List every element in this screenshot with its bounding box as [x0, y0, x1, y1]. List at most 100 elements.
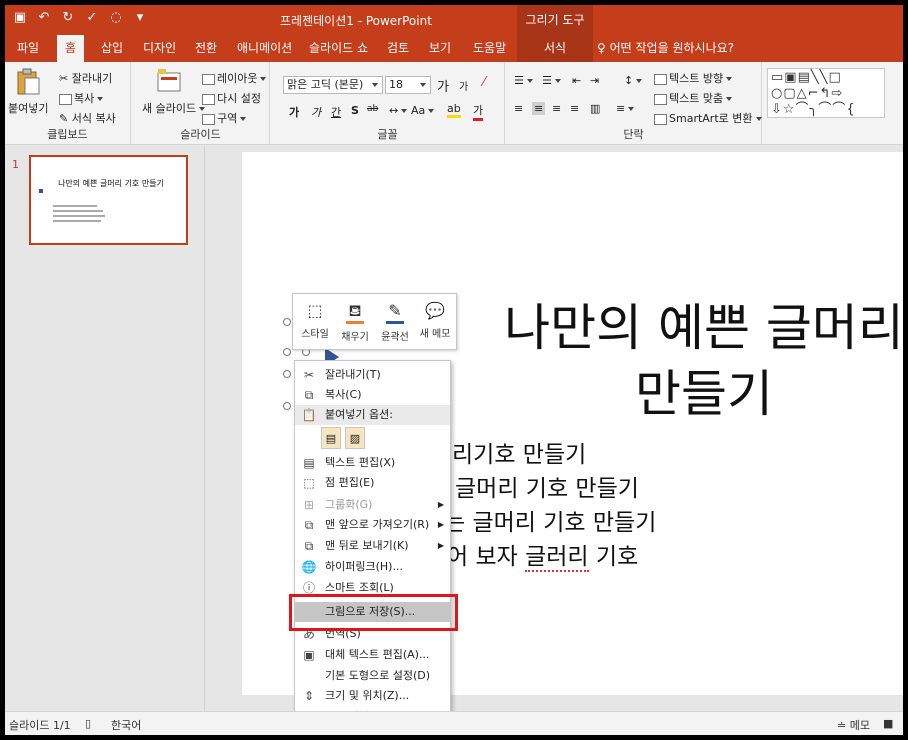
- copy-button[interactable]: 복사: [59, 90, 104, 106]
- cut-button[interactable]: ✂ 잘라내기: [59, 70, 112, 86]
- shapes-gallery[interactable]: ▭▣▤╲╲□ ○▢△⌐↰⇨ ⇩☆⌒╮⌒⌒{: [767, 68, 885, 118]
- tab-file[interactable]: 파일: [9, 35, 47, 62]
- shadow-icon[interactable]: S: [351, 104, 359, 117]
- reset-icon: [202, 93, 215, 105]
- text-direction-button[interactable]: 텍스트 방향: [654, 70, 733, 86]
- menu-item-save-as-picture[interactable]: 그림으로 저장(S)...: [295, 602, 450, 622]
- numbering-icon[interactable]: ☰: [542, 74, 561, 87]
- align-text-button[interactable]: 텍스트 맞춤: [654, 90, 733, 106]
- layout-button[interactable]: 레이아웃: [202, 70, 267, 86]
- underline-icon[interactable]: 간: [331, 104, 341, 120]
- tab-animations[interactable]: 애니메이션: [229, 35, 300, 62]
- alt-text-icon: ▣: [303, 648, 315, 662]
- font-color-icon[interactable]: 가: [473, 102, 484, 121]
- menu-item-bring-forward[interactable]: ⧉ 맨 앞으로 가져오기(R) ▶: [295, 515, 450, 535]
- paste-icon[interactable]: [15, 68, 41, 96]
- font-name-select[interactable]: 맑은 고딕 (본문): [283, 76, 383, 94]
- tab-insert[interactable]: 삽입: [93, 35, 131, 62]
- grow-font-icon[interactable]: 가: [437, 76, 449, 95]
- char-spacing-icon[interactable]: ↔: [389, 104, 408, 117]
- tab-format[interactable]: 서식: [517, 35, 593, 62]
- menu-label: 번역(S): [325, 627, 361, 640]
- tell-me-box[interactable]: ♀ 어떤 작업을 원하시나요?: [597, 35, 734, 62]
- tab-home[interactable]: 홈: [57, 35, 85, 62]
- smartart-icon: [654, 113, 667, 125]
- clear-format-icon[interactable]: ⁄: [483, 75, 485, 90]
- new-comment-button[interactable]: 💬 새 메모: [415, 298, 455, 346]
- shrink-font-icon[interactable]: 가: [459, 78, 468, 93]
- smartart-label: SmartArt로 변환: [669, 112, 753, 125]
- spelling-icon[interactable]: ✓: [83, 10, 101, 25]
- tab-design[interactable]: 디자인: [135, 35, 184, 62]
- align-right-icon[interactable]: ≡: [552, 102, 561, 115]
- new-slide-icon[interactable]: [156, 68, 182, 96]
- menu-item-cut[interactable]: ✂ 잘라내기(T): [295, 365, 450, 385]
- paste-options-row: ▤ ▨: [321, 427, 365, 451]
- spelling-check-icon[interactable]: ▯: [85, 717, 91, 730]
- fill-button[interactable]: ⛾ 채우기: [335, 298, 375, 346]
- menu-item-copy[interactable]: ⧉ 복사(C): [295, 385, 450, 405]
- section-button[interactable]: 구역: [202, 110, 247, 126]
- bullets-icon[interactable]: ☰: [514, 74, 533, 87]
- menu-item-size-position[interactable]: ⇕ 크기 및 위치(Z)...: [295, 686, 450, 706]
- comments-icon[interactable]: ■: [883, 717, 893, 730]
- reset-button[interactable]: 다시 설정: [202, 90, 261, 106]
- resize-handle[interactable]: [283, 348, 291, 356]
- change-case-button[interactable]: Aa: [411, 104, 435, 117]
- smartart-button[interactable]: SmartArt로 변환: [654, 110, 762, 126]
- italic-icon[interactable]: 가: [311, 104, 321, 120]
- align-center-icon[interactable]: ≡: [532, 102, 546, 115]
- menu-item-send-backward[interactable]: ⧉ 맨 뒤로 보내기(K) ▶: [295, 536, 450, 556]
- menu-item-edit-alt-text[interactable]: ▣ 대체 텍스트 편집(A)...: [295, 645, 450, 665]
- highlight-color-icon[interactable]: ab: [447, 102, 461, 118]
- tab-help[interactable]: 도움말: [465, 35, 514, 62]
- format-painter-button[interactable]: ✎ 서식 복사: [59, 110, 116, 126]
- resize-handle[interactable]: [283, 370, 291, 378]
- decrease-indent-icon[interactable]: ⇤: [572, 74, 581, 87]
- smart-lookup-icon: ⓘ: [302, 581, 315, 595]
- paste-picture-icon[interactable]: ▨: [345, 427, 365, 449]
- paste-button[interactable]: 붙여넣기: [8, 100, 48, 116]
- menu-item-edit-points[interactable]: ⬚ 점 편집(E): [295, 473, 450, 493]
- notes-button[interactable]: ≐ 메모: [837, 717, 870, 733]
- touch-mode-icon[interactable]: ◌: [107, 10, 125, 25]
- new-slide-button[interactable]: 새 슬라이드: [142, 100, 206, 116]
- menu-item-hyperlink[interactable]: 🌐 하이퍼링크(H)...: [295, 557, 450, 577]
- outline-button[interactable]: ✎ 윤곽선: [375, 298, 415, 346]
- paste-icon: 📋: [301, 408, 317, 422]
- notes-label: 메모: [849, 719, 870, 732]
- save-icon[interactable]: ▣: [11, 10, 29, 25]
- font-size-select[interactable]: 18: [385, 76, 431, 94]
- slide-thumbnail[interactable]: 나만의 예쁜 글머리 기호 만들기: [29, 155, 188, 245]
- submenu-arrow-icon: ▶: [437, 500, 444, 509]
- style-button[interactable]: ⬚ 스타일: [295, 298, 335, 346]
- language-indicator[interactable]: 한국어: [111, 717, 141, 733]
- bring-forward-icon: ⧉: [304, 518, 314, 532]
- columns-icon[interactable]: ▥: [590, 102, 600, 115]
- drawing-tools-context-label: 그리기 도구: [517, 5, 593, 35]
- menu-item-set-default-shape[interactable]: 기본 도형으로 설정(D): [295, 666, 450, 686]
- tab-view[interactable]: 보기: [421, 35, 459, 62]
- font-name-value: 맑은 고딕 (본문): [287, 78, 364, 91]
- redo-icon[interactable]: ↻: [59, 10, 77, 25]
- tab-slideshow[interactable]: 슬라이드 쇼: [301, 35, 376, 62]
- undo-icon[interactable]: ↶: [35, 10, 53, 25]
- slide-title[interactable]: 나만의 예쁜 글머리 만들기: [424, 295, 903, 427]
- customize-qat-icon[interactable]: ▾: [131, 10, 149, 25]
- rotation-handle[interactable]: [283, 318, 291, 326]
- bold-icon[interactable]: 가: [289, 104, 299, 120]
- align-left-icon[interactable]: ≡: [514, 102, 523, 115]
- menu-item-translate[interactable]: あ 번역(S): [295, 624, 450, 644]
- resize-handle[interactable]: [283, 402, 291, 410]
- paste-keep-source-icon[interactable]: ▤: [321, 427, 341, 449]
- strikethrough-icon[interactable]: ab: [367, 104, 378, 114]
- justify-icon[interactable]: ≡: [570, 102, 579, 115]
- align-options-icon[interactable]: ≡: [616, 102, 635, 115]
- clipboard-group: 붙여넣기 ✂ 잘라내기 복사 ✎ 서식 복사 클립보드: [5, 62, 131, 145]
- menu-item-edit-text[interactable]: ▤ 텍스트 편집(X): [295, 453, 450, 473]
- tab-review[interactable]: 검토: [379, 35, 417, 62]
- tab-transitions[interactable]: 전환: [187, 35, 225, 62]
- increase-indent-icon[interactable]: ⇥: [590, 74, 599, 87]
- line-spacing-icon[interactable]: ↕: [624, 74, 643, 87]
- menu-item-smart-lookup[interactable]: ⓘ 스마트 조회(L): [295, 578, 450, 598]
